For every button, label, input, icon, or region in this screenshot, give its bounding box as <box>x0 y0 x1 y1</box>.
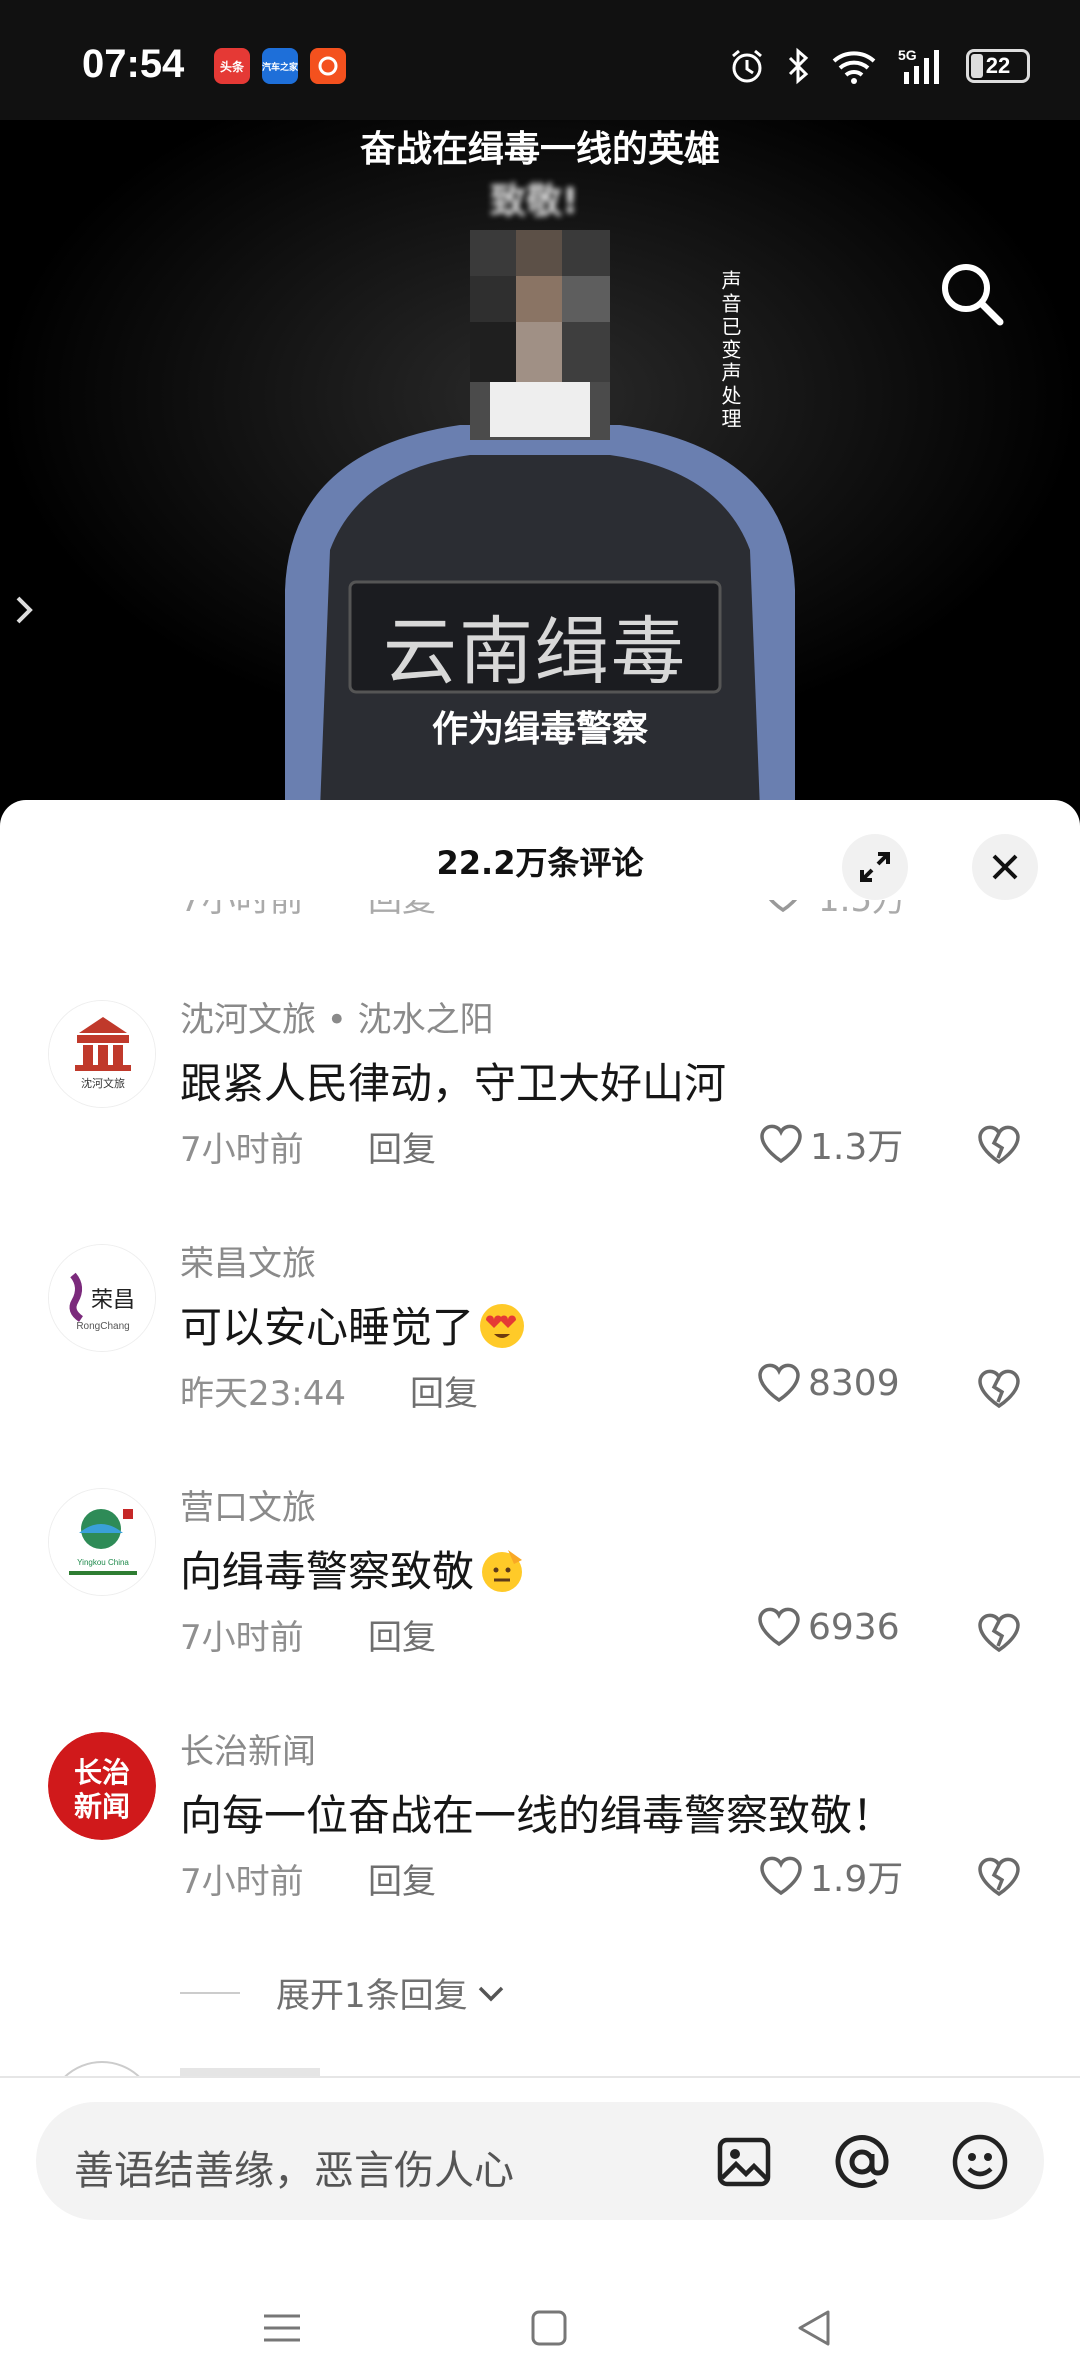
bluetooth-icon <box>788 47 809 85</box>
heart-icon <box>760 1124 802 1164</box>
comment-time: 7小时前 <box>180 1130 304 1170</box>
salute-emoji-icon <box>482 1550 523 1592</box>
menu-icon[interactable] <box>262 2308 302 2348</box>
like-button[interactable]: 8309 <box>756 1362 900 1404</box>
comment-time: 7小时前 <box>180 1618 304 1658</box>
close-icon <box>992 854 1018 880</box>
heart-icon <box>758 1363 800 1403</box>
like-count: 1.5万 <box>818 900 907 920</box>
broken-heart-icon[interactable] <box>976 1612 1022 1654</box>
like-button[interactable]: 1.9万 <box>758 1850 903 1902</box>
heart-icon <box>758 1607 800 1647</box>
comment-item: 长治 新闻 长治新闻 向每一位奋战在一线的缉毒警察致敬！ 7小时前 回复 1.9… <box>0 1732 1080 1972</box>
wifi-icon <box>832 51 876 84</box>
video-caption-blurred: 致敬! <box>490 181 579 222</box>
avatar[interactable]: 沈河文旅 <box>48 1000 156 1108</box>
avatar[interactable]: 荣昌 RongChang <box>48 1244 156 1352</box>
broken-heart-icon[interactable] <box>976 1124 1022 1166</box>
heart-icon[interactable] <box>760 900 806 914</box>
comment-text: 可以安心睡觉了 <box>180 1294 526 1355</box>
expand-icon <box>860 852 890 882</box>
comment-text: 跟紧人民律动，守卫大好山河 <box>180 1059 727 1108</box>
heart-icon <box>760 1856 802 1896</box>
svg-text:5G: 5G <box>898 47 917 63</box>
news-app-icon <box>310 48 346 84</box>
comment-author[interactable]: 荣昌文旅 <box>180 1236 316 1285</box>
like-count: 8309 <box>808 1362 900 1404</box>
comment-time: 7小时前 <box>180 1862 304 1902</box>
svg-text:新闻: 新闻 <box>74 1790 130 1823</box>
heart-eyes-emoji-icon <box>480 1304 525 1348</box>
autohome-app-icon: 汽车之家 <box>262 48 298 84</box>
expand-replies-button[interactable]: 展开1条回复 <box>180 1968 508 2017</box>
comment-time: 7小时前 <box>180 900 304 920</box>
close-button[interactable] <box>972 834 1038 900</box>
system-nav-bar <box>0 2270 1080 2378</box>
reply-button[interactable]: 回复 <box>368 1610 436 1659</box>
like-button[interactable]: 1.3万 <box>758 1118 903 1170</box>
comments-panel: 22.2万条评论 7小时前 回复 1.5万 沈河文旅 沈河文旅 • 沈水之阳 跟… <box>0 800 1080 2378</box>
comment-author[interactable]: 营口文旅 <box>180 1480 316 1529</box>
expand-button[interactable] <box>842 834 908 900</box>
reply-button[interactable]: 回复 <box>410 1366 478 1415</box>
chevron-down-icon <box>478 1986 503 2001</box>
comment-input-placeholder: 善语结善缘，恶言伤人心 <box>74 2148 514 2194</box>
svg-text:Yingkou China: Yingkou China <box>77 1558 129 1567</box>
battery-icon: 22 <box>966 49 1030 83</box>
toutiao-app-icon: 头条 <box>214 48 250 84</box>
expand-replies-label: 展开1条回复 <box>276 1976 468 2016</box>
comment-input[interactable]: 善语结善缘，恶言伤人心 <box>36 2102 1044 2220</box>
like-count: 6936 <box>808 1606 900 1648</box>
broken-heart-icon[interactable] <box>976 1368 1022 1410</box>
comment-text: 向缉毒警察致敬 <box>180 1538 526 1599</box>
avatar[interactable]: 长治 新闻 <box>48 1732 156 1840</box>
chevron-right-icon[interactable] <box>10 590 40 630</box>
image-icon[interactable] <box>714 2132 774 2192</box>
home-icon[interactable] <box>530 2308 568 2348</box>
reply-button[interactable]: 回复 <box>368 1854 436 1903</box>
like-count: 1.3万 <box>810 1127 904 1168</box>
signal-icon: 5G <box>898 47 939 84</box>
previous-comment-meta: 7小时前 回复 1.5万 <box>0 900 1080 950</box>
emoji-icon[interactable] <box>950 2132 1010 2192</box>
like-button[interactable]: 6936 <box>756 1606 900 1648</box>
broken-heart-icon[interactable] <box>976 1856 1022 1898</box>
video-caption-top: 奋战在缉毒一线的英雄 <box>359 129 720 170</box>
comment-item: 荣昌 RongChang 荣昌文旅 可以安心睡觉了 昨天23:44 回复 830… <box>0 1244 1080 1484</box>
svg-text:RongChang: RongChang <box>76 1321 129 1332</box>
avatar[interactable]: Yingkou China <box>48 1488 156 1596</box>
comment-item: 沈河文旅 沈河文旅 • 沈水之阳 跟紧人民律动，守卫大好山河 7小时前 回复 1… <box>0 1000 1080 1240</box>
divider <box>180 1991 240 1994</box>
like-count: 1.9万 <box>810 1859 904 1900</box>
reply-button[interactable]: 回复 <box>368 1122 436 1171</box>
comment-author[interactable]: 长治新闻 <box>180 1724 316 1773</box>
svg-text:沈河文旅: 沈河文旅 <box>81 1076 125 1090</box>
mention-icon[interactable] <box>832 2132 892 2192</box>
comments-count-title: 22.2万条评论 <box>436 844 644 882</box>
back-icon[interactable] <box>794 2308 834 2348</box>
video-subtitle: 作为缉毒警察 <box>431 709 648 750</box>
comment-author[interactable]: 沈河文旅 • 沈水之阳 <box>180 992 494 1041</box>
svg-text:长治: 长治 <box>74 1756 130 1789</box>
status-bar: 07:54 头条 汽车之家 5G 22 <box>0 0 1080 120</box>
voice-changed-note: 声音已变声处理 <box>718 270 742 431</box>
comment-item: Yingkou China 营口文旅 向缉毒警察致敬 7小时前 回复 6936 <box>0 1488 1080 1728</box>
video-player[interactable]: 奋战在缉毒一线的英雄 致敬! 声音已变声处理 云南缉毒 作为缉毒警察 <box>0 120 1080 810</box>
comment-text: 向每一位奋战在一线的缉毒警察致敬！ <box>180 1791 895 1840</box>
alarm-icon <box>732 49 762 83</box>
search-icon[interactable] <box>936 258 1008 330</box>
clock: 07:54 <box>82 42 185 86</box>
reply-button[interactable]: 回复 <box>368 900 436 921</box>
next-comment-peek <box>0 2056 1080 2078</box>
vest-text: 云南缉毒 <box>383 609 687 695</box>
comment-time: 昨天23:44 <box>180 1374 346 1414</box>
svg-text:荣昌: 荣昌 <box>91 1288 135 1313</box>
